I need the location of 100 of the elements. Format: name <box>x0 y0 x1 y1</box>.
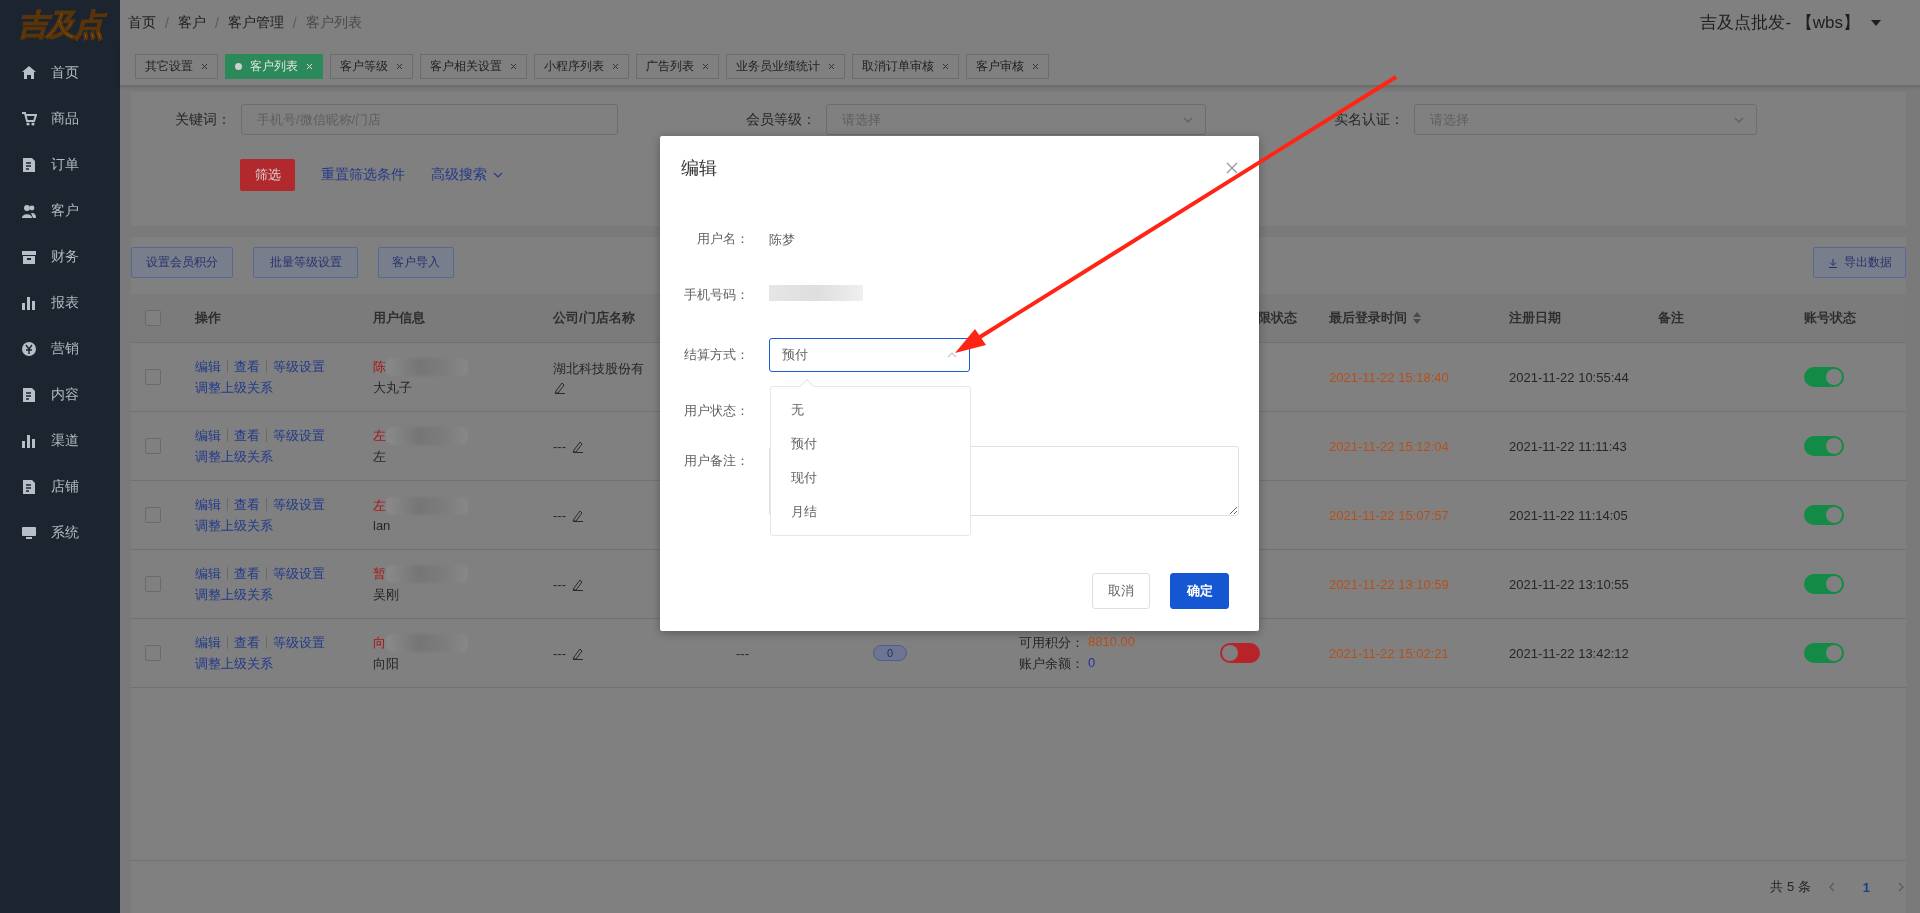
sidebar-item[interactable]: 商品 <box>0 96 120 142</box>
dropdown-option[interactable]: 预付 <box>771 427 970 461</box>
action-link[interactable]: 调整上级关系 <box>195 654 273 673</box>
home-icon <box>21 65 37 81</box>
last-login-time: 2021-11-22 15:07:57 <box>1329 507 1449 523</box>
action-link[interactable]: 等级设置 <box>266 498 325 511</box>
page-tab[interactable]: 客户审核 <box>966 54 1049 79</box>
action-link[interactable]: 编辑 <box>195 357 221 376</box>
column-header: 公司/门店名称 <box>553 309 635 327</box>
action-link[interactable]: 等级设置 <box>266 360 325 373</box>
cancel-button[interactable]: 取消 <box>1092 573 1150 609</box>
pencil-icon <box>553 381 566 394</box>
action-link[interactable]: 等级设置 <box>266 429 325 442</box>
action-link[interactable]: 查看 <box>227 636 260 649</box>
action-link[interactable]: 等级设置 <box>266 636 325 649</box>
column-header: 注册日期 <box>1509 309 1561 327</box>
action-link[interactable]: 查看 <box>227 429 260 442</box>
company-name: --- <box>553 438 566 454</box>
sidebar-item[interactable]: 订单 <box>0 142 120 188</box>
close-icon <box>201 63 208 70</box>
sort-icon <box>1413 312 1421 324</box>
page-tab[interactable]: 客户列表 <box>225 54 323 79</box>
column-header: 操作 <box>195 309 221 327</box>
action-link[interactable]: 调整上级关系 <box>195 378 273 397</box>
dropdown-option[interactable]: 月结 <box>771 495 970 529</box>
last-login-time: 2021-11-22 15:02:21 <box>1329 645 1449 661</box>
page-tab[interactable]: 业务员业绩统计 <box>726 54 845 79</box>
dropdown-option[interactable]: 现付 <box>771 461 970 495</box>
sidebar-item[interactable]: 店铺 <box>0 464 120 510</box>
toggle-switch[interactable] <box>1804 643 1844 663</box>
page-tab[interactable]: 小程序列表 <box>534 54 629 79</box>
page-tab[interactable]: 客户相关设置 <box>420 54 527 79</box>
page-tab[interactable]: 广告列表 <box>636 54 719 79</box>
sidebar-item[interactable]: 营销 <box>0 326 120 372</box>
toggle-switch[interactable] <box>1804 505 1844 525</box>
sidebar-item[interactable]: 首页 <box>0 50 120 96</box>
sidebar-item[interactable]: 渠道 <box>0 418 120 464</box>
close-icon <box>510 63 517 70</box>
sidebar-item[interactable]: 财务 <box>0 234 120 280</box>
action-link[interactable]: 调整上级关系 <box>195 516 273 535</box>
breadcrumb-link[interactable]: 客户管理 <box>227 13 284 32</box>
bar-chart-icon <box>21 433 37 449</box>
company-name: --- <box>553 645 566 661</box>
action-link[interactable]: 调整上级关系 <box>195 585 273 604</box>
document-icon <box>21 157 37 173</box>
advanced-search-link[interactable]: 高级搜索 <box>431 166 503 184</box>
caret-icon <box>1870 18 1882 27</box>
close-icon <box>942 63 949 70</box>
next-page-button[interactable] <box>1896 882 1906 892</box>
reset-link[interactable]: 重置筛选条件 <box>321 166 405 184</box>
registration-date: 2021-11-22 13:10:55 <box>1509 576 1629 592</box>
action-link[interactable]: 调整上级关系 <box>195 447 273 466</box>
export-button[interactable]: 导出数据 <box>1813 247 1906 278</box>
toolbar-button[interactable]: 批量等级设置 <box>253 247 358 278</box>
column-header: 账号状态 <box>1804 309 1856 327</box>
page-tab[interactable]: 客户等级 <box>330 54 413 79</box>
sidebar-item[interactable]: 内容 <box>0 372 120 418</box>
action-link[interactable]: 编辑 <box>195 564 221 583</box>
bar-chart-icon <box>21 295 37 311</box>
page-tab[interactable]: 其它设置 <box>135 54 218 79</box>
breadcrumb-separator: / <box>292 14 297 31</box>
column-header: 备注 <box>1658 309 1684 327</box>
user-name: 左 <box>373 426 386 445</box>
breadcrumb-link[interactable]: 客户 <box>177 13 206 32</box>
action-link[interactable]: 编辑 <box>195 426 221 445</box>
dropdown-option[interactable]: 无 <box>771 393 970 427</box>
user-menu[interactable]: 吉及点批发- 【wbs】 <box>1700 11 1882 34</box>
close-icon <box>306 63 313 70</box>
sidebar-item[interactable]: 系统 <box>0 510 120 556</box>
select-field[interactable]: 预付 <box>769 338 970 372</box>
breadcrumb-link[interactable]: 首页 <box>128 13 156 32</box>
toggle-switch[interactable] <box>1804 574 1844 594</box>
close-icon <box>396 63 403 70</box>
action-link[interactable]: 编辑 <box>195 633 221 652</box>
filter-button[interactable]: 筛选 <box>240 159 295 191</box>
close-icon <box>1032 63 1039 70</box>
nickname: lan <box>373 518 391 533</box>
toggle-switch[interactable] <box>1804 367 1844 387</box>
sidebar-item[interactable]: 报表 <box>0 280 120 326</box>
user-name: 陈 <box>373 357 386 376</box>
form-value: 陈梦 <box>769 231 795 247</box>
total-count: 共 5 条 <box>1770 878 1811 896</box>
close-button[interactable] <box>1226 162 1238 174</box>
sidebar-item[interactable]: 客户 <box>0 188 120 234</box>
action-link[interactable]: 等级设置 <box>266 567 325 580</box>
points-value: 8810.00 <box>1088 633 1135 651</box>
confirm-button[interactable]: 确定 <box>1170 573 1229 609</box>
action-link[interactable]: 查看 <box>227 567 260 580</box>
page-tab[interactable]: 取消订单审核 <box>852 54 959 79</box>
toolbar-button[interactable]: 设置会员积分 <box>131 247 233 278</box>
action-link[interactable]: 编辑 <box>195 495 221 514</box>
close-icon <box>612 63 619 70</box>
action-link[interactable]: 查看 <box>227 360 260 373</box>
download-icon <box>1827 257 1838 268</box>
toggle-switch[interactable] <box>1220 643 1260 663</box>
user-name: 左 <box>373 497 386 515</box>
toolbar-button[interactable]: 客户导入 <box>378 247 454 278</box>
toggle-switch[interactable] <box>1804 436 1844 456</box>
action-link[interactable]: 查看 <box>227 498 260 511</box>
page-number[interactable]: 1 <box>1852 879 1880 895</box>
